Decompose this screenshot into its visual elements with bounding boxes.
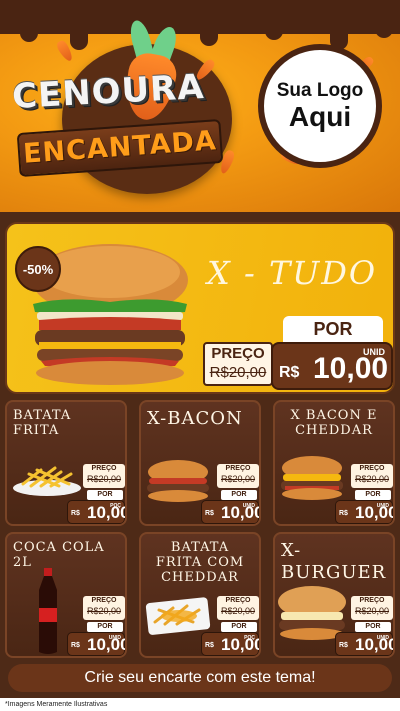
featured-product-name: X - TUDO [207, 254, 378, 292]
old-price-tag: PREÇO R$20,00 [203, 342, 273, 386]
header-banner: CENOURA ENCANTADA Sua Logo Aqui [0, 0, 400, 212]
soda-bottle-image [39, 568, 57, 654]
product-card[interactable]: BATATA FRITA PREÇO R$20,00 POR POÇ R$ 10,00 [5, 400, 127, 526]
por-label: POR [87, 622, 123, 632]
price-tag: POÇ R$ 10,00 [201, 632, 259, 656]
discount-badge: -50% [15, 246, 61, 292]
preco-label: PREÇO [225, 597, 251, 604]
price-value: 10,00 [313, 352, 389, 385]
preco-label: PREÇO [91, 465, 117, 472]
price-value: 10,00 [87, 503, 127, 522]
por-label: POR [283, 316, 383, 342]
product-card[interactable]: BATATA FRITA COM CHEDDAR PREÇO R$20,00 PO… [139, 532, 261, 658]
old-price: R$20,00 [86, 474, 122, 484]
currency-label: R$ [205, 510, 214, 517]
currency-label: R$ [279, 364, 300, 381]
old-price-tag: PREÇO R$20,00 [217, 596, 259, 620]
old-price: R$20,00 [354, 606, 390, 616]
por-label: POR [221, 490, 257, 500]
burger-image [147, 460, 209, 502]
old-price-tag: PREÇO R$20,00 [351, 464, 393, 488]
old-price: R$20,00 [86, 606, 122, 616]
product-card[interactable]: COCA COLA 2L PREÇO R$20,00 POR UNID R$ 10,0… [5, 532, 127, 658]
por-label: POR [355, 490, 391, 500]
old-price: R$20,00 [354, 474, 390, 484]
product-name: X-BACON [147, 408, 243, 429]
product-card[interactable]: X-BURGUER PREÇO R$20,00 POR UNID R$ 10,00 [273, 532, 395, 658]
product-name: X BACON E CHEDDAR [290, 408, 378, 438]
por-label: POR [355, 622, 391, 632]
por-label: POR [87, 490, 123, 500]
logo-text-line-2: Aqui [288, 101, 352, 132]
disclaimer-text: *Imagens Meramente Ilustrativas [0, 698, 400, 711]
currency-label: R$ [339, 642, 348, 649]
price-value: 10,00 [355, 503, 395, 522]
currency-label: R$ [71, 642, 80, 649]
por-label: POR [221, 622, 257, 632]
product-section: -50% X - TUDO POR PREÇO R$20,00 UNID R$ … [0, 212, 400, 711]
price-tag: POÇ R$ 10,00 [67, 500, 125, 524]
old-price: R$20,00 [220, 474, 256, 484]
preco-label: PREÇO [359, 597, 385, 604]
price-tag: UNID R$ 10,00 [335, 500, 393, 524]
product-card[interactable]: X-BACON PREÇO R$20,00 POR UNID R$ 10,00 [139, 400, 261, 526]
currency-label: R$ [205, 642, 214, 649]
price-value: 10,00 [355, 635, 395, 654]
burger-image [281, 456, 343, 500]
currency-label: R$ [339, 510, 348, 517]
product-name: X-BURGUER [281, 540, 387, 583]
old-price: R$20,00 [209, 364, 267, 381]
price-tag: UNID R$ 10,00 [67, 632, 125, 656]
product-card[interactable]: X BACON E CHEDDAR PREÇO R$20,00 POR UNID R… [273, 400, 395, 526]
old-price-tag: PREÇO R$20,00 [217, 464, 259, 488]
fries-image [13, 466, 81, 496]
price-value: 10,00 [221, 635, 261, 654]
featured-product-card[interactable]: -50% X - TUDO POR PREÇO R$20,00 UNID R$ … [5, 222, 395, 394]
product-name: BATATA FRITA [13, 408, 72, 438]
price-tag: UNID R$ 10,00 [201, 500, 259, 524]
logo-placeholder[interactable]: Sua Logo Aqui [258, 44, 382, 168]
price-value: 10,00 [221, 503, 261, 522]
price-tag: UNID R$ 10,00 [271, 342, 393, 390]
price-value: 10,00 [87, 635, 127, 654]
preco-label: PREÇO [225, 465, 251, 472]
product-name: COCA COLA 2L [13, 540, 105, 570]
chocolate-drip [0, 0, 400, 50]
preco-label: PREÇO [359, 465, 385, 472]
preco-label: PREÇO [211, 345, 265, 362]
old-price-tag: PREÇO R$20,00 [83, 464, 125, 488]
logo-text-line-1: Sua Logo [276, 80, 364, 101]
preco-label: PREÇO [91, 597, 117, 604]
currency-label: R$ [71, 510, 80, 517]
cheddar-fries-image [145, 597, 211, 635]
product-name: BATATA FRITA COM CHEDDAR [155, 540, 245, 585]
old-price-tag: PREÇO R$20,00 [351, 596, 393, 620]
old-price-tag: PREÇO R$20,00 [83, 596, 125, 620]
cta-banner[interactable]: Crie seu encarte com este tema! [8, 664, 392, 692]
price-tag: UNID R$ 10,00 [335, 632, 393, 656]
old-price: R$20,00 [220, 606, 256, 616]
